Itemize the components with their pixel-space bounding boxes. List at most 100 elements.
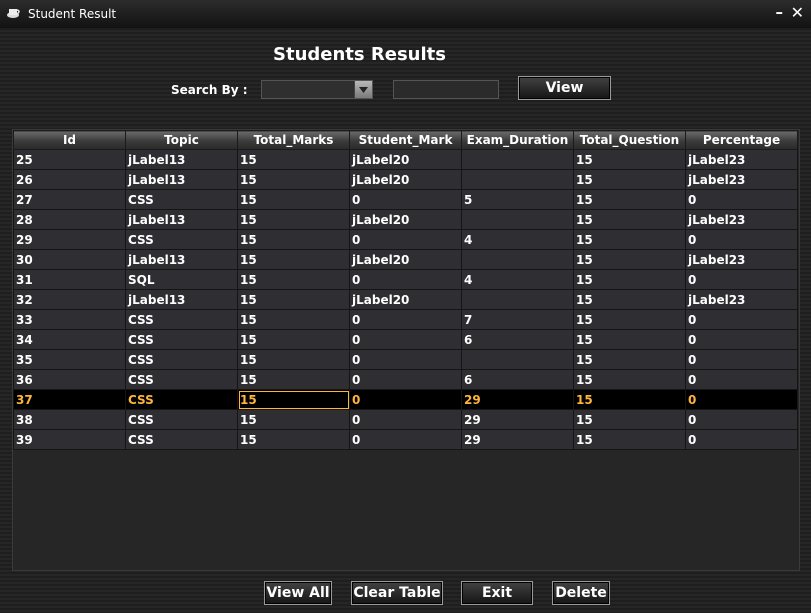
table-cell[interactable]: 35 <box>13 349 126 370</box>
column-header[interactable]: Exam_Duration <box>461 130 574 150</box>
table-cell[interactable]: 15 <box>237 249 350 270</box>
table-cell[interactable]: 0 <box>685 409 798 430</box>
table-cell[interactable]: 15 <box>573 309 686 330</box>
table-cell[interactable]: 4 <box>461 269 574 290</box>
search-by-dropdown[interactable] <box>261 80 373 99</box>
table-cell[interactable]: 37 <box>13 389 126 410</box>
table-row[interactable]: 29 CSS 15 0 4 15 0 <box>13 229 798 250</box>
table-cell[interactable]: 15 <box>573 429 686 450</box>
table-cell[interactable]: 0 <box>685 349 798 370</box>
table-cell[interactable]: 38 <box>13 409 126 430</box>
table-cell[interactable]: 0 <box>685 229 798 250</box>
table-cell[interactable]: 15 <box>237 189 350 210</box>
table-cell[interactable]: 15 <box>237 369 350 390</box>
table-cell[interactable]: jLabel13 <box>125 169 238 190</box>
table-cell[interactable]: 0 <box>349 409 462 430</box>
table-cell[interactable]: 0 <box>685 269 798 290</box>
table-cell[interactable] <box>461 349 574 370</box>
table-cell[interactable]: 15 <box>573 349 686 370</box>
table-cell[interactable] <box>461 209 574 230</box>
table-cell[interactable]: 30 <box>13 249 126 270</box>
table-row[interactable]: 27 CSS 15 0 5 15 0 <box>13 189 798 210</box>
table-cell[interactable]: 33 <box>13 309 126 330</box>
table-cell[interactable]: CSS <box>125 309 238 330</box>
table-cell[interactable]: CSS <box>125 229 238 250</box>
dropdown-arrow-icon[interactable] <box>354 81 372 98</box>
table-row[interactable]: 39 CSS 15 0 29 15 0 <box>13 429 798 450</box>
table-cell[interactable]: 0 <box>685 389 798 410</box>
column-header[interactable]: Id <box>13 130 126 150</box>
table-cell[interactable]: 15 <box>237 169 350 190</box>
table-cell[interactable]: 15 <box>237 409 350 430</box>
table-row[interactable]: 28 jLabel13 15 jLabel20 15 jLabel23 <box>13 209 798 230</box>
table-cell[interactable]: jLabel20 <box>349 209 462 230</box>
table-cell[interactable]: jLabel13 <box>125 209 238 230</box>
table-cell[interactable]: 6 <box>461 329 574 350</box>
table-cell[interactable]: 0 <box>349 389 462 410</box>
table-cell[interactable]: CSS <box>125 349 238 370</box>
table-cell[interactable]: jLabel23 <box>685 169 798 190</box>
table-cell[interactable] <box>461 249 574 270</box>
table-row[interactable]: 26 jLabel13 15 jLabel20 15 jLabel23 <box>13 169 798 190</box>
table-cell[interactable]: CSS <box>125 389 238 410</box>
table-cell[interactable]: 0 <box>349 269 462 290</box>
table-cell[interactable]: 5 <box>461 189 574 210</box>
table-cell[interactable]: 34 <box>13 329 126 350</box>
table-cell[interactable]: jLabel20 <box>349 169 462 190</box>
table-cell[interactable]: SQL <box>125 269 238 290</box>
table-row[interactable]: 25 jLabel13 15 jLabel20 15 jLabel23 <box>13 149 798 170</box>
table-cell[interactable]: jLabel20 <box>349 249 462 270</box>
table-cell[interactable]: 15 <box>237 349 350 370</box>
table-cell[interactable]: jLabel13 <box>125 289 238 310</box>
table-cell[interactable]: 0 <box>349 369 462 390</box>
table-cell[interactable]: 0 <box>685 429 798 450</box>
table-cell[interactable]: 15 <box>573 269 686 290</box>
table-cell[interactable]: 15 <box>573 149 686 170</box>
table-cell[interactable]: 0 <box>349 229 462 250</box>
table-cell[interactable]: 31 <box>13 269 126 290</box>
table-cell[interactable]: CSS <box>125 189 238 210</box>
table-cell[interactable]: 25 <box>13 149 126 170</box>
table-cell[interactable]: CSS <box>125 409 238 430</box>
table-cell[interactable]: jLabel20 <box>349 149 462 170</box>
close-icon[interactable]: ✕ <box>791 3 804 22</box>
table-cell[interactable]: 15 <box>237 389 350 410</box>
table-cell[interactable]: 15 <box>573 369 686 390</box>
table-cell[interactable]: jLabel13 <box>125 149 238 170</box>
table-cell[interactable]: 15 <box>237 329 350 350</box>
table-cell[interactable]: 27 <box>13 189 126 210</box>
table-row[interactable]: 31 SQL 15 0 4 15 0 <box>13 269 798 290</box>
table-cell[interactable]: jLabel23 <box>685 289 798 310</box>
clear-table-button[interactable]: Clear Table <box>351 581 443 605</box>
table-cell[interactable]: 7 <box>461 309 574 330</box>
table-cell[interactable]: 0 <box>349 349 462 370</box>
table-cell[interactable]: 26 <box>13 169 126 190</box>
table-cell[interactable]: 36 <box>13 369 126 390</box>
table-cell[interactable]: 0 <box>349 189 462 210</box>
table-cell[interactable]: 4 <box>461 229 574 250</box>
table-cell[interactable]: 15 <box>237 269 350 290</box>
column-header[interactable]: Total_Marks <box>237 130 350 150</box>
table-cell[interactable]: 15 <box>573 389 686 410</box>
table-cell[interactable]: 0 <box>685 309 798 330</box>
table-cell[interactable]: 28 <box>13 209 126 230</box>
results-table-scrollpane[interactable]: Id Topic Total_Marks Student_Mark Exam_Durat… <box>12 129 800 571</box>
table-cell[interactable]: 29 <box>461 389 574 410</box>
table-cell[interactable]: jLabel23 <box>685 249 798 270</box>
exit-button[interactable]: Exit <box>461 581 533 605</box>
table-cell[interactable]: 15 <box>237 229 350 250</box>
table-cell[interactable]: jLabel23 <box>685 149 798 170</box>
table-cell[interactable]: 29 <box>461 409 574 430</box>
minimize-icon[interactable]: – <box>776 3 784 21</box>
table-row[interactable]: 30 jLabel13 15 jLabel20 15 jLabel23 <box>13 249 798 270</box>
table-cell[interactable]: 32 <box>13 289 126 310</box>
table-row[interactable]: 36 CSS 15 0 6 15 0 <box>13 369 798 390</box>
table-cell[interactable]: jLabel23 <box>685 209 798 230</box>
table-cell[interactable] <box>461 149 574 170</box>
table-row[interactable]: 35 CSS 15 0 15 0 <box>13 349 798 370</box>
table-cell[interactable]: 6 <box>461 369 574 390</box>
table-cell[interactable]: 15 <box>237 429 350 450</box>
table-cell[interactable]: jLabel13 <box>125 249 238 270</box>
table-cell[interactable]: 15 <box>573 169 686 190</box>
table-cell[interactable]: 15 <box>573 249 686 270</box>
